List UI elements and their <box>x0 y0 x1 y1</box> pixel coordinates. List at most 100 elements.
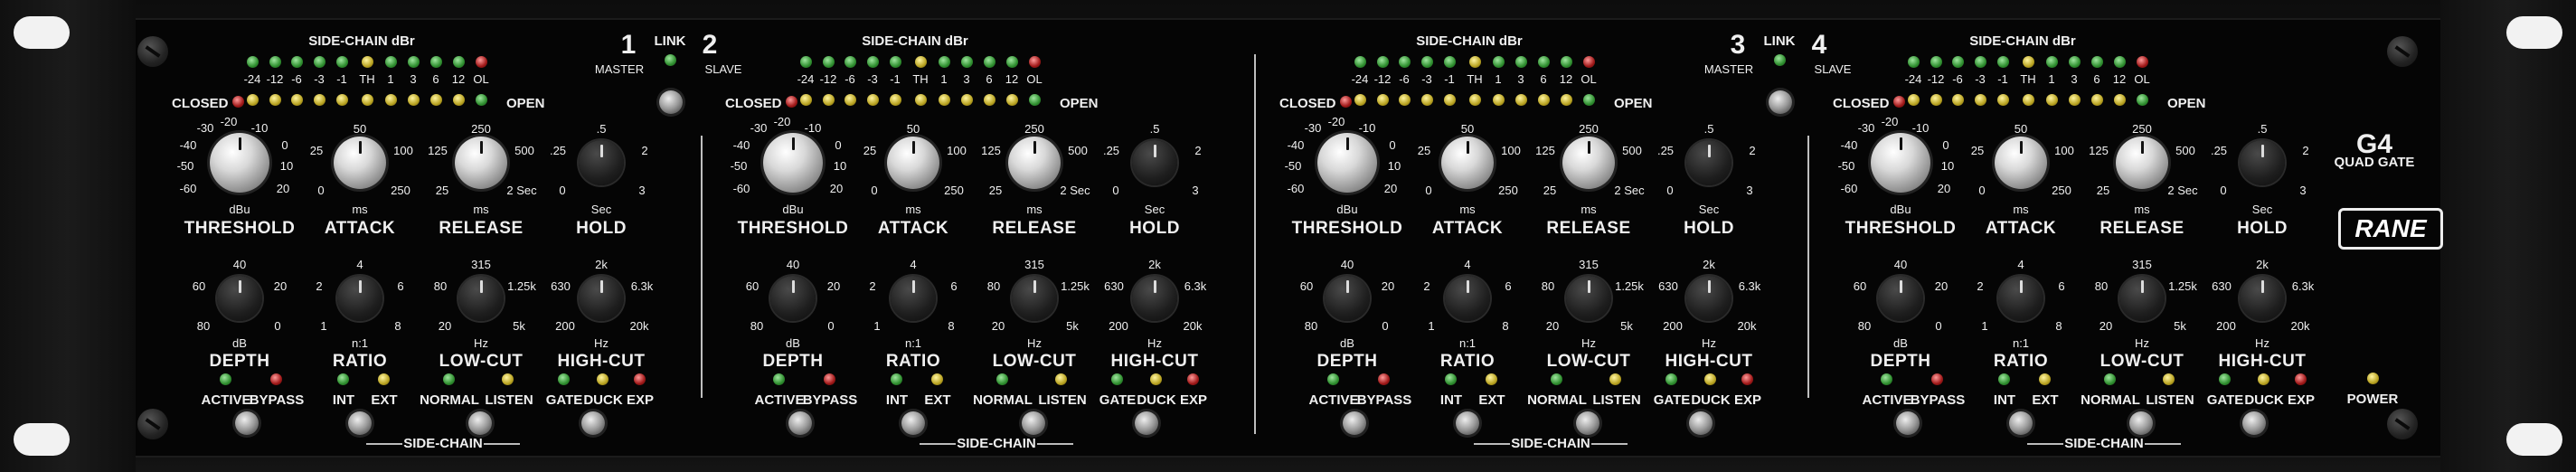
rack-screw <box>2387 409 2418 439</box>
threshold-label: THRESHOLD <box>1845 219 1957 238</box>
depth-knob[interactable] <box>217 276 262 321</box>
duck-led <box>1704 373 1716 385</box>
sidechain-listen-button[interactable] <box>1022 411 1045 435</box>
highcut-knob[interactable] <box>1686 276 1731 321</box>
int-led <box>891 373 902 385</box>
sidechain-source-button[interactable] <box>1456 411 1479 435</box>
hold-knob[interactable] <box>1132 140 1177 185</box>
meter-scale-label: OL <box>473 72 489 86</box>
gate-status-led <box>2023 94 2034 106</box>
sidechain-source-button[interactable] <box>348 411 372 435</box>
threshold-scale-label: -30 <box>196 121 214 135</box>
depth-knob[interactable] <box>770 276 816 321</box>
sidechain-listen-button[interactable] <box>1576 411 1599 435</box>
link-button[interactable] <box>1769 90 1792 114</box>
release-scale-label: 125 <box>981 144 1001 157</box>
meter-scale-label: -1 <box>1997 72 2008 86</box>
meter-scale-label: TH <box>912 72 929 86</box>
depth-knob[interactable] <box>1878 276 1923 321</box>
gate-status-led <box>362 94 373 106</box>
knob-pointer <box>1346 280 1349 293</box>
meter-led <box>823 56 835 68</box>
hold-knob[interactable] <box>579 140 624 185</box>
highcut-scale-label: 200 <box>1663 319 1683 333</box>
gate-status-led <box>2046 94 2058 106</box>
highcut-knob[interactable] <box>2240 276 2285 321</box>
meter-led <box>453 56 465 68</box>
hold-unit: Sec <box>1144 203 1165 216</box>
lowcut-knob[interactable] <box>1012 276 1057 321</box>
bypass-button[interactable] <box>1896 411 1920 435</box>
ratio-scale-label: 8 <box>948 319 955 333</box>
closed-led <box>232 96 244 108</box>
ratio-knob[interactable] <box>337 276 382 321</box>
highcut-scale-label: 20k <box>629 319 649 333</box>
link-button[interactable] <box>659 90 683 114</box>
threshold-knob[interactable] <box>763 133 823 193</box>
release-knob[interactable] <box>455 137 507 189</box>
release-label: RELEASE <box>992 219 1077 238</box>
attack-knob[interactable] <box>887 137 939 189</box>
meter-led <box>2114 56 2126 68</box>
highcut-scale-label: 6.3k <box>630 279 654 293</box>
knob-pointer <box>2020 280 2023 293</box>
gate-status-led <box>2114 94 2126 106</box>
hold-knob[interactable] <box>2240 140 2285 185</box>
threshold-scale-label: -60 <box>732 182 750 195</box>
bypass-button[interactable] <box>788 411 812 435</box>
bypass-button[interactable] <box>1343 411 1366 435</box>
attack-scale-label: 100 <box>1501 144 1521 157</box>
ratio-knob[interactable] <box>1445 276 1490 321</box>
gate-status-led <box>915 94 927 106</box>
highcut-scale-label: 630 <box>2212 279 2232 293</box>
mode-button[interactable] <box>1689 411 1713 435</box>
release-knob[interactable] <box>1562 137 1615 189</box>
lowcut-scale-label: 20 <box>991 319 1005 333</box>
release-knob[interactable] <box>2116 137 2168 189</box>
sidechain-source-button[interactable] <box>901 411 925 435</box>
lowcut-knob[interactable] <box>2119 276 2165 321</box>
highcut-knob[interactable] <box>579 276 624 321</box>
knob-pointer <box>2261 280 2264 293</box>
ratio-knob[interactable] <box>1998 276 2043 321</box>
attack-knob[interactable] <box>1441 137 1494 189</box>
bypass-button[interactable] <box>235 411 259 435</box>
gate-led <box>2219 373 2231 385</box>
depth-label: DEPTH <box>209 352 270 371</box>
threshold-knob[interactable] <box>1317 133 1377 193</box>
attack-scale-label: 0 <box>871 184 878 197</box>
lowcut-knob[interactable] <box>1566 276 1611 321</box>
hold-unit: Sec <box>590 203 612 216</box>
exp-label: EXP <box>1733 392 1762 408</box>
gate-status-led <box>1006 94 1018 106</box>
depth-scale-label: 60 <box>745 279 760 293</box>
depth-scale-label: 40 <box>786 258 800 271</box>
attack-knob[interactable] <box>334 137 386 189</box>
release-scale-label: 125 <box>1535 144 1555 157</box>
ext-led <box>378 373 390 385</box>
mode-button[interactable] <box>1135 411 1158 435</box>
meter-scale-label: 3 <box>1517 72 1524 86</box>
highcut-knob[interactable] <box>1132 276 1177 321</box>
sidechain-listen-button[interactable] <box>468 411 492 435</box>
lowcut-unit: Hz <box>2135 336 2149 350</box>
attack-knob[interactable] <box>1995 137 2047 189</box>
ratio-knob[interactable] <box>891 276 936 321</box>
mode-button[interactable] <box>581 411 605 435</box>
ratio-label: RATIO <box>1439 352 1496 371</box>
depth-knob[interactable] <box>1325 276 1370 321</box>
hold-knob[interactable] <box>1686 140 1731 185</box>
lowcut-unit: Hz <box>1581 336 1596 350</box>
threshold-unit: dBu <box>229 203 250 216</box>
release-knob[interactable] <box>1008 137 1061 189</box>
sidechain-source-button[interactable] <box>2009 411 2033 435</box>
lowcut-knob[interactable] <box>458 276 504 321</box>
mode-button[interactable] <box>2242 411 2266 435</box>
attack-scale-label: 25 <box>309 144 324 157</box>
sidechain-listen-button[interactable] <box>2129 411 2153 435</box>
gate-led <box>1111 373 1123 385</box>
threshold-knob[interactable] <box>1871 133 1930 193</box>
ratio-scale-label: 2 <box>869 279 876 293</box>
meter-led <box>1421 56 1433 68</box>
threshold-knob[interactable] <box>210 133 269 193</box>
